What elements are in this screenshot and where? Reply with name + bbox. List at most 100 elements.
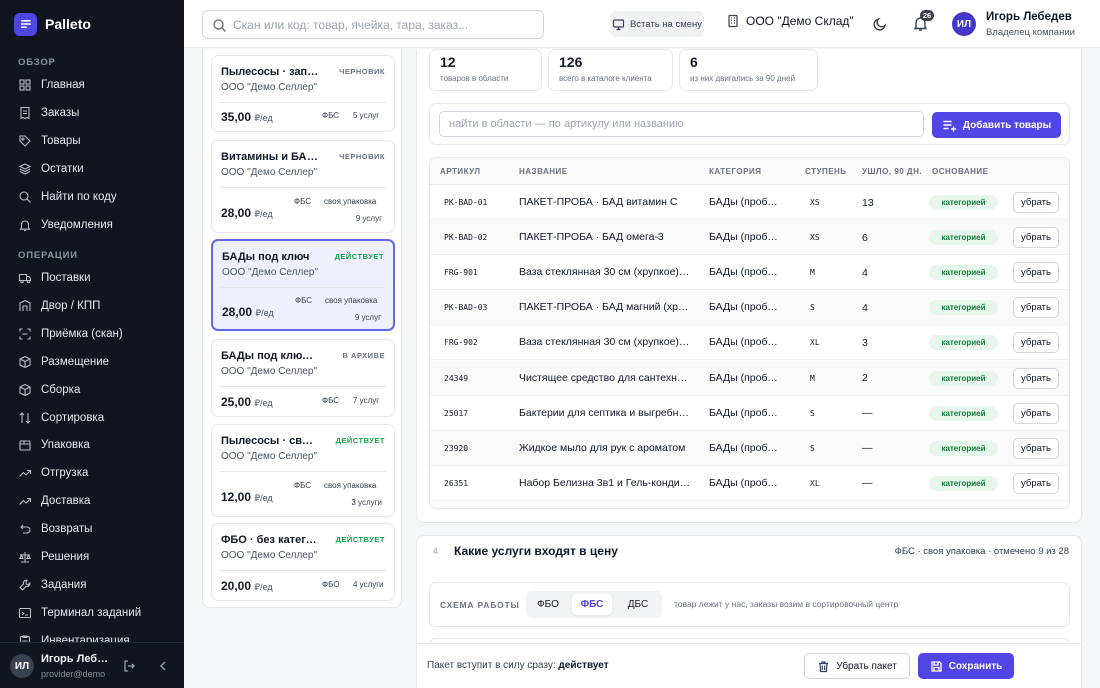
cell-name: Набор Белизна 3в1 и Гель-кондиционер bbox=[519, 476, 691, 489]
truck-icon bbox=[18, 271, 32, 285]
start-shift-label: Встать на смену bbox=[629, 18, 703, 30]
scheme-option[interactable]: ДБС bbox=[618, 594, 658, 615]
step-number: 4 bbox=[433, 546, 438, 556]
package-card[interactable]: БАДы под ключ · архив В АРХИВЕ ООО "Демо С… bbox=[211, 339, 395, 417]
tool-icon bbox=[18, 578, 32, 592]
org-switcher[interactable]: ООО "Демо Склад" bbox=[726, 14, 854, 28]
package-card[interactable]: БАДы под ключ ДЕЙСТВУЕТ ООО "Демо Селлер" 2… bbox=[211, 239, 395, 331]
cell-sold: — bbox=[862, 442, 873, 455]
sidebar-item[interactable]: Найти по коду bbox=[18, 186, 178, 208]
sidebar-avatar[interactable]: ИЛ bbox=[10, 654, 34, 678]
scheme-selector: ФБО ФБС ДБС bbox=[526, 591, 662, 618]
sidebar-item[interactable]: Отгрузка bbox=[18, 462, 178, 484]
sidebar-item[interactable]: Терминал заданий bbox=[18, 602, 178, 624]
brand[interactable]: Palleto bbox=[14, 12, 91, 36]
package-scheme: ФБО bbox=[322, 580, 340, 589]
logo-icon bbox=[14, 12, 37, 36]
package-card[interactable]: ФБО · без категории ДЕЙСТВУЕТ ООО "Демо Се… bbox=[211, 523, 395, 601]
sidebar-item-label: Упаковка bbox=[41, 439, 90, 452]
remove-row-button[interactable]: убрать bbox=[1013, 262, 1059, 284]
package-card[interactable]: Пылесосы · запчасти ЧЕРНОВИК ООО "Демо Сел… bbox=[211, 55, 395, 132]
basis-badge: категорией bbox=[929, 335, 998, 351]
add-products-button[interactable]: Добавить товары bbox=[932, 112, 1061, 138]
package-price-value: 25,00 bbox=[221, 395, 252, 409]
package-services-count: 7 услуг bbox=[353, 396, 380, 405]
sidebar-item[interactable]: Поставки bbox=[18, 267, 178, 289]
package-card[interactable]: Витамины и БАДы ЧЕРНОВИК ООО "Демо Селлер"… bbox=[211, 140, 395, 233]
logout-icon[interactable] bbox=[122, 659, 136, 673]
org-name: ООО "Демо Склад" bbox=[746, 14, 854, 28]
table-row: PK-BAD-03 ПАКЕТ-ПРОБА · БАД магний (хрупк… bbox=[430, 290, 1069, 326]
sidebar-item[interactable]: Упаковка bbox=[18, 434, 178, 456]
remove-row-button[interactable]: убрать bbox=[1013, 367, 1059, 389]
table-row: 24349 Чистящее средство для сантехники БАД… bbox=[430, 360, 1069, 396]
scheme-option[interactable]: ФБС bbox=[572, 594, 612, 615]
moon-icon[interactable] bbox=[872, 16, 888, 32]
package-icon bbox=[18, 438, 32, 452]
scheme-option[interactable]: ФБО bbox=[528, 594, 568, 615]
global-search[interactable] bbox=[202, 10, 544, 39]
collapse-sidebar-icon[interactable] bbox=[156, 659, 170, 673]
remove-package-button[interactable]: Убрать пакет bbox=[804, 653, 910, 679]
sidebar-item[interactable]: Товары bbox=[18, 130, 178, 152]
scope-search-input[interactable] bbox=[439, 111, 924, 137]
cell-sku: 26351 bbox=[444, 478, 469, 488]
start-shift-button[interactable]: Встать на смену bbox=[610, 11, 704, 37]
app-name: Palleto bbox=[45, 16, 91, 32]
sidebar-item[interactable]: Приёмка (скан) bbox=[18, 323, 178, 345]
package-title: ФБО · без категории bbox=[221, 534, 319, 546]
remove-row-button[interactable]: убрать bbox=[1013, 227, 1059, 249]
remove-row-button[interactable]: убрать bbox=[1013, 472, 1059, 494]
package-card[interactable]: Пылесосы · своя упаковка ДЕЙСТВУЕТ ООО "Де… bbox=[211, 424, 395, 517]
products-table: АРТИКУЛ НАЗВАНИЕ КАТЕГОРИЯ СТУПЕНЬ УШЛО,… bbox=[429, 157, 1070, 509]
save-button[interactable]: Сохранить bbox=[918, 653, 1014, 679]
sidebar-item[interactable]: Уведомления bbox=[18, 214, 178, 236]
remove-row-button[interactable]: убрать bbox=[1013, 192, 1059, 213]
cell-name: Чистящее средство для сантехники bbox=[519, 371, 691, 384]
search-input[interactable] bbox=[233, 15, 533, 35]
sidebar-item[interactable]: Главная bbox=[18, 74, 178, 96]
remove-row-button[interactable]: убрать bbox=[1013, 332, 1059, 354]
sidebar-item[interactable]: Доставка bbox=[18, 490, 178, 512]
col-basis[interactable]: ОСНОВАНИЕ bbox=[932, 158, 989, 185]
basis-badge: категорией bbox=[929, 370, 998, 386]
table-row: PK-BAD-02 ПАКЕТ-ПРОБА · БАД омега-3 БАДы (… bbox=[430, 220, 1069, 256]
package-packing: своя упаковка bbox=[324, 481, 377, 490]
sidebar-item-label: Товары bbox=[41, 134, 81, 147]
col-name[interactable]: НАЗВАНИЕ bbox=[519, 158, 568, 185]
scope-filter: Добавить товары bbox=[429, 103, 1070, 145]
stat-label: из них двигались за 90 дней bbox=[690, 74, 796, 83]
sort-icon bbox=[18, 411, 32, 425]
cell-tier: XS bbox=[810, 233, 820, 243]
cell-sold: 4 bbox=[862, 301, 868, 314]
remove-row-button[interactable]: убрать bbox=[1013, 297, 1059, 319]
package-price-unit: ₽/ед bbox=[254, 209, 273, 219]
sidebar-item[interactable]: Двор / КПП bbox=[18, 295, 178, 317]
basis-badge: категорией bbox=[929, 475, 998, 491]
sidebar-item[interactable]: Размещение bbox=[18, 351, 178, 373]
services-title: Какие услуги входят в цену bbox=[454, 544, 618, 558]
remove-row-button[interactable]: убрать bbox=[1013, 437, 1059, 459]
sidebar-item[interactable]: Заказы bbox=[18, 102, 178, 124]
sidebar-item[interactable]: Возвраты bbox=[18, 518, 178, 540]
sidebar-item[interactable]: Сборка bbox=[18, 379, 178, 401]
col-sku[interactable]: АРТИКУЛ bbox=[440, 158, 481, 185]
package-seller: ООО "Демо Селлер" bbox=[221, 167, 318, 178]
user-avatar[interactable]: ИЛ bbox=[952, 12, 976, 36]
section-operations-label: ОПЕРАЦИИ bbox=[18, 250, 78, 261]
remove-row-button[interactable]: убрать bbox=[1013, 402, 1059, 424]
package-packing: своя упаковка bbox=[325, 296, 378, 305]
sidebar-item[interactable]: Сортировка bbox=[18, 407, 178, 429]
cell-sku: FRG-901 bbox=[444, 268, 478, 278]
sidebar-item[interactable]: Решения bbox=[18, 546, 178, 568]
sidebar-item[interactable]: Задания bbox=[18, 574, 178, 596]
col-sold[interactable]: УШЛО, 90 ДН. bbox=[862, 158, 922, 185]
cell-sku: PK-BAD-01 bbox=[444, 198, 488, 207]
cell-sold: 4 bbox=[862, 266, 868, 279]
col-tier[interactable]: СТУПЕНЬ bbox=[805, 158, 847, 185]
cell-sku: FRG-902 bbox=[444, 338, 478, 348]
sidebar-item[interactable]: Остатки bbox=[18, 158, 178, 180]
col-category[interactable]: КАТЕГОРИЯ bbox=[709, 158, 761, 185]
package-scheme: ФБС bbox=[295, 296, 313, 305]
basis-badge: категорией bbox=[929, 405, 998, 421]
